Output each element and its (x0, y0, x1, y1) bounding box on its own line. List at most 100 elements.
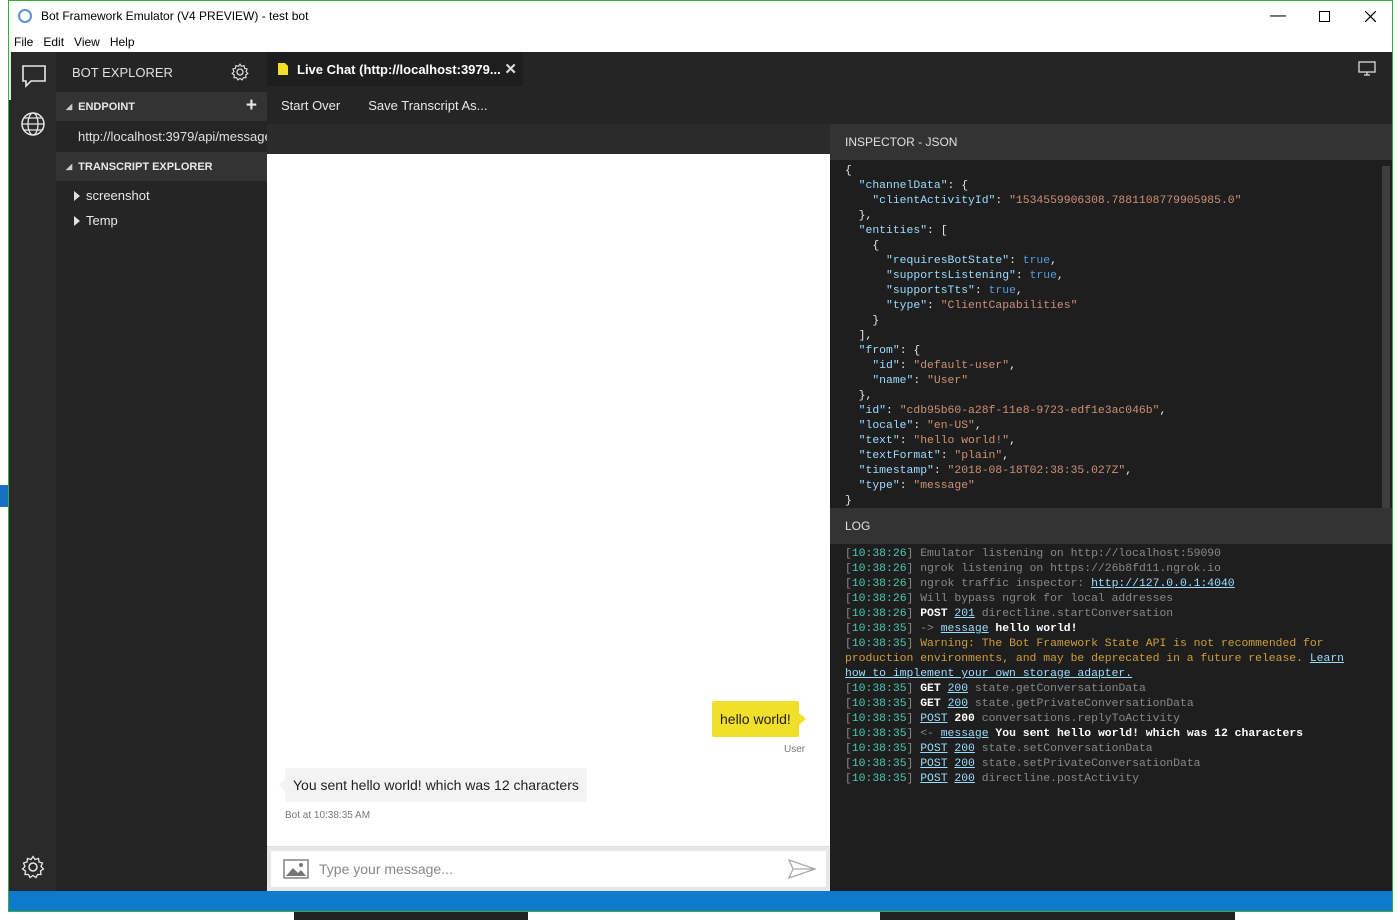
image-upload-icon[interactable] (283, 859, 309, 879)
json-key: "from" (858, 345, 900, 357)
method-link[interactable]: POST (920, 713, 947, 725)
menu-view[interactable]: View (74, 35, 100, 49)
folder-label: Temp (86, 213, 118, 228)
json-value: "default-user" (913, 360, 1010, 372)
transcript-header-label: TRANSCRIPT EXPLORER (78, 160, 213, 173)
log-line: how to implement your own storage adapte… (845, 667, 1392, 682)
bot-explorer: BOT EXPLORER ◢ ENDPOINT + http://localho… (56, 52, 267, 891)
menu-file[interactable]: File (14, 35, 33, 49)
message-link[interactable]: message (941, 728, 989, 740)
log-line: [10:38:35] GET 200 state.getPrivateConve… (845, 698, 1194, 710)
close-tab-icon[interactable]: ✕ (504, 60, 517, 78)
json-key: "supportsTts" (886, 285, 975, 297)
message-box (271, 851, 826, 887)
json-key: "requiresBotState" (886, 255, 1010, 267)
minimize-button[interactable]: — (1255, 1, 1301, 31)
collapse-caret-icon: ◢ (66, 162, 73, 171)
nav-settings-button[interactable] (9, 843, 56, 891)
json-value: "2018-08-18T02:38:35.027Z" (947, 465, 1126, 477)
gear-icon (20, 855, 45, 879)
status-link[interactable]: 200 (954, 758, 975, 770)
json-value: "plain" (954, 450, 1003, 462)
maximize-icon (1318, 10, 1330, 22)
document-icon (278, 63, 288, 75)
log-line: [10:38:35] Warning: The Bot Framework St… (845, 638, 1324, 650)
endpoint-section-header[interactable]: ◢ ENDPOINT + (56, 92, 267, 121)
folder-label: screenshot (86, 188, 150, 203)
screen: Bot Framework Emulator (V4 PREVIEW) - te… (0, 0, 1400, 920)
nav-services-button[interactable] (9, 100, 56, 148)
explorer-header: BOT EXPLORER (56, 52, 267, 92)
log-title: LOG (845, 519, 871, 533)
learn-link[interactable]: Learn (1310, 653, 1344, 665)
nav-chat-button[interactable] (9, 52, 56, 100)
message-link[interactable]: message (941, 623, 989, 635)
log-line: [10:38:35] <- message You sent hello wor… (845, 728, 1304, 740)
log-line: [10:38:35] POST 200 state.setConversatio… (845, 743, 1153, 755)
json-key: "text" (858, 435, 900, 447)
chat-toolbar: Start Over Save Transcript As... (267, 86, 1392, 124)
json-key: "entities" (858, 225, 928, 237)
desktop-sliver-bottom (294, 912, 528, 920)
tab-live-chat[interactable]: Live Chat (http://localhost:3979... ✕ (267, 52, 523, 86)
bot-message-timestamp: Bot at 10:38:35 AM (285, 810, 371, 821)
inspector-scrollbar[interactable] (1382, 166, 1390, 508)
endpoint-url: http://localhost:3979/api/messages (78, 129, 267, 144)
json-key: "id" (872, 360, 900, 372)
tab-label: Live Chat (http://localhost:3979... (297, 61, 501, 77)
endpoint-item[interactable]: http://localhost:3979/api/messages (56, 121, 267, 152)
json-value: "message" (913, 480, 975, 492)
bot-message-bubble[interactable]: You sent hello world! which was 12 chara… (279, 768, 587, 802)
status-link[interactable]: 200 (948, 683, 969, 695)
log-line: production environments, and may be depr… (845, 653, 1345, 665)
status-link[interactable]: 200 (954, 773, 975, 785)
app-window: Bot Framework Emulator (V4 PREVIEW) - te… (8, 0, 1393, 912)
method-link[interactable]: POST (920, 773, 947, 785)
send-icon[interactable] (788, 859, 816, 879)
json-key: "timestamp" (858, 465, 934, 477)
json-value: true (1029, 270, 1057, 282)
status-bar (9, 891, 1392, 911)
json-key: "locale" (858, 420, 914, 432)
status-link[interactable]: 200 (948, 698, 969, 710)
menu-help[interactable]: Help (110, 35, 135, 49)
desktop-sliver-left (0, 485, 8, 507)
inspector-json: { "channelData": { "clientActivityId": "… (845, 165, 1242, 507)
method-link[interactable]: POST (920, 758, 947, 770)
maximize-button[interactable] (1301, 1, 1347, 31)
globe-icon (20, 112, 45, 136)
user-message-sender: User (784, 744, 806, 755)
start-over-button[interactable]: Start Over (281, 98, 340, 113)
json-value: "1534559906308.7881108779905985.0" (1009, 195, 1242, 207)
log-line: [10:38:26] Will bypass ngrok for local a… (845, 593, 1174, 605)
status-link[interactable]: 201 (954, 608, 975, 620)
json-key: "name" (872, 375, 914, 387)
learn-link-cont[interactable]: how to implement your own storage adapte… (845, 668, 1132, 680)
status-link[interactable]: 200 (954, 743, 975, 755)
presentation-mode-icon[interactable] (1358, 61, 1376, 77)
explorer-settings-icon[interactable] (231, 63, 249, 81)
log-line: [10:38:35] POST 200 state.setPrivateConv… (845, 758, 1201, 770)
message-input[interactable] (319, 851, 779, 887)
log-header: LOG (830, 508, 1392, 544)
user-message-bubble[interactable]: hello world! (712, 701, 806, 737)
chat-container: hello world! User You sent hello world! … (267, 124, 830, 891)
user-message-text: hello world! (720, 711, 791, 727)
expand-arrow-icon (74, 215, 80, 226)
json-key: "type" (858, 480, 900, 492)
ngrok-inspector-link[interactable]: http://127.0.0.1:4040 (1091, 578, 1235, 590)
explorer-title: BOT EXPLORER (72, 64, 173, 80)
folder-item-temp[interactable]: Temp (56, 208, 267, 233)
method-link[interactable]: POST (920, 743, 947, 755)
save-transcript-button[interactable]: Save Transcript As... (368, 98, 487, 113)
chat-panel: hello world! User You sent hello world! … (267, 154, 830, 891)
add-endpoint-icon[interactable]: + (246, 95, 257, 117)
inspector-title: INSPECTOR - JSON (845, 135, 958, 149)
transcript-section-header[interactable]: ◢ TRANSCRIPT EXPLORER (56, 152, 267, 181)
menu-edit[interactable]: Edit (43, 35, 64, 49)
folder-item-screenshot[interactable]: screenshot (56, 183, 267, 208)
close-window-button[interactable] (1347, 1, 1392, 31)
json-key: "textFormat" (858, 450, 941, 462)
json-value: "ClientCapabilities" (940, 300, 1078, 312)
json-key: "channelData" (858, 180, 948, 192)
